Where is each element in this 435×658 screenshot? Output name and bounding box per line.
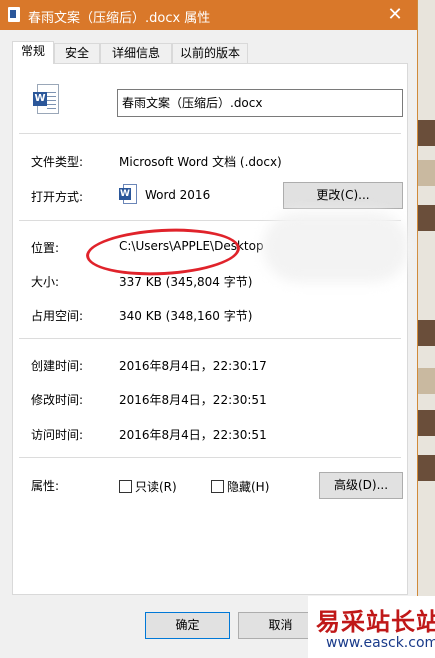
readonly-checkbox-label[interactable]: 只读(R) xyxy=(135,478,177,495)
desktop-thumbnail xyxy=(416,160,435,186)
desktop-thumbnail xyxy=(416,455,435,481)
close-icon[interactable]: ✕ xyxy=(373,0,417,30)
general-panel: W 春雨文案（压缩后）.docx 文件类型: Microsoft Word 文档… xyxy=(12,63,409,595)
properties-dialog: 春雨文案（压缩后）.docx 属性 ✕ 常规 安全 详细信息 以前的版本 W 春… xyxy=(0,0,418,658)
site-watermark: 易采站长站 xyxy=(316,607,435,636)
desktop-thumbnail xyxy=(416,368,435,394)
divider xyxy=(19,338,401,339)
document-icon xyxy=(8,7,20,22)
blur-overlay xyxy=(263,212,409,282)
divider xyxy=(19,457,401,458)
location-label: 位置: xyxy=(31,241,60,255)
created-label: 创建时间: xyxy=(31,359,84,373)
word-app-icon: W xyxy=(119,184,137,206)
size-label: 大小: xyxy=(31,275,60,289)
created-value: 2016年8月4日，22:30:17 xyxy=(119,359,267,373)
divider xyxy=(19,133,401,134)
tab-details[interactable]: 详细信息 xyxy=(100,43,172,63)
disk-size-label: 占用空间: xyxy=(31,309,84,323)
file-type-label: 文件类型: xyxy=(31,155,84,169)
site-watermark-url: www.easck.com xyxy=(326,635,435,651)
file-type-value: Microsoft Word 文档 (.docx) xyxy=(119,155,282,169)
change-button[interactable]: 更改(C)... xyxy=(283,182,403,209)
modified-label: 修改时间: xyxy=(31,393,84,407)
hidden-checkbox[interactable] xyxy=(211,480,224,493)
opens-with-value: Word 2016 xyxy=(145,188,211,202)
attributes-label: 属性: xyxy=(31,479,60,493)
readonly-checkbox[interactable] xyxy=(119,480,132,493)
opens-with-label: 打开方式: xyxy=(31,190,84,204)
word-document-icon: W xyxy=(33,84,59,116)
file-name-field[interactable]: 春雨文案（压缩后）.docx xyxy=(117,89,403,117)
tab-security[interactable]: 安全 xyxy=(54,43,100,63)
disk-size-value: 340 KB (348,160 字节) xyxy=(119,309,253,323)
window-title: 春雨文案（压缩后）.docx 属性 xyxy=(28,11,211,26)
accessed-label: 访问时间: xyxy=(31,428,84,442)
hidden-checkbox-label[interactable]: 隐藏(H) xyxy=(227,478,269,495)
size-value: 337 KB (345,804 字节) xyxy=(119,275,253,289)
desktop-thumbnail xyxy=(416,320,435,346)
tab-previous-versions[interactable]: 以前的版本 xyxy=(172,43,248,63)
background-desktop-strip xyxy=(416,0,435,658)
ok-button[interactable]: 确定 xyxy=(145,612,230,639)
modified-value: 2016年8月4日，22:30:51 xyxy=(119,393,267,407)
title-bar[interactable]: 春雨文案（压缩后）.docx 属性 ✕ xyxy=(0,0,417,30)
desktop-thumbnail xyxy=(416,120,435,146)
tab-general[interactable]: 常规 xyxy=(12,41,54,64)
desktop-thumbnail xyxy=(416,205,435,231)
accessed-value: 2016年8月4日，22:30:51 xyxy=(119,428,267,442)
desktop-thumbnail xyxy=(416,410,435,436)
advanced-button[interactable]: 高级(D)... xyxy=(319,472,403,499)
